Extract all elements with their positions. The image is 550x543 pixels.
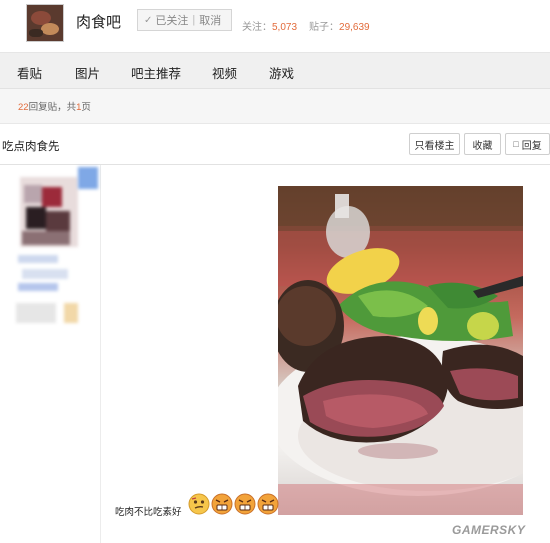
thread-title: 吃点肉食先 xyxy=(2,141,60,153)
watermark: GAMERSKY xyxy=(452,523,526,537)
only-op-button[interactable]: 只看楼主 xyxy=(409,133,460,155)
tab-posts[interactable]: 看贴 xyxy=(17,63,42,82)
tab-videos[interactable]: 视频 xyxy=(212,63,237,82)
followed-label: 已关注 xyxy=(155,15,189,27)
reply-count: 22 xyxy=(18,102,29,113)
steak-illustration xyxy=(278,186,523,515)
angry-emoji-icon xyxy=(211,493,233,515)
angry-emoji-icon xyxy=(257,493,279,515)
reply-button[interactable]: □ 回复 xyxy=(505,133,550,155)
unfollow-button[interactable]: 取消 xyxy=(199,12,221,28)
forum-name[interactable]: 肉食吧 xyxy=(76,11,121,32)
checkmark-icon: ✓ xyxy=(144,14,153,26)
follow-control: ✓ 已关注 | 取消 xyxy=(137,9,232,31)
reply-summary-bar: 22回复贴，共1页 xyxy=(0,89,550,124)
post-count: 29,639 xyxy=(339,22,370,33)
poster-info-column xyxy=(0,165,101,543)
favorite-button[interactable]: 收藏 xyxy=(464,133,501,155)
reply-icon: □ xyxy=(513,139,519,149)
thread-header: 吃点肉食先 只看楼主 收藏 □ 回复 xyxy=(0,124,550,165)
tab-games[interactable]: 游戏 xyxy=(269,63,294,82)
tab-recommended[interactable]: 吧主推荐 xyxy=(131,63,181,82)
forum-header: 肉食吧 ✓ 已关注 | 取消 关注：5,073 贴子：29,639 xyxy=(0,0,550,53)
forum-nav: 看贴 图片 吧主推荐 视频 游戏 xyxy=(0,53,550,89)
forum-stats: 关注：5,073 贴子：29,639 xyxy=(242,22,370,33)
smirk-emoji-icon xyxy=(188,493,210,515)
angry-emoji-icon xyxy=(234,493,256,515)
avatar[interactable] xyxy=(20,177,78,247)
post-image-steak[interactable] xyxy=(278,186,523,515)
reply-summary: 22回复贴，共1页 xyxy=(18,102,91,113)
tab-pictures[interactable]: 图片 xyxy=(75,63,100,82)
forum-avatar[interactable] xyxy=(26,4,64,42)
post-caption: 吃肉不比吃素好 xyxy=(115,507,182,518)
follow-count: 5,073 xyxy=(272,22,298,33)
